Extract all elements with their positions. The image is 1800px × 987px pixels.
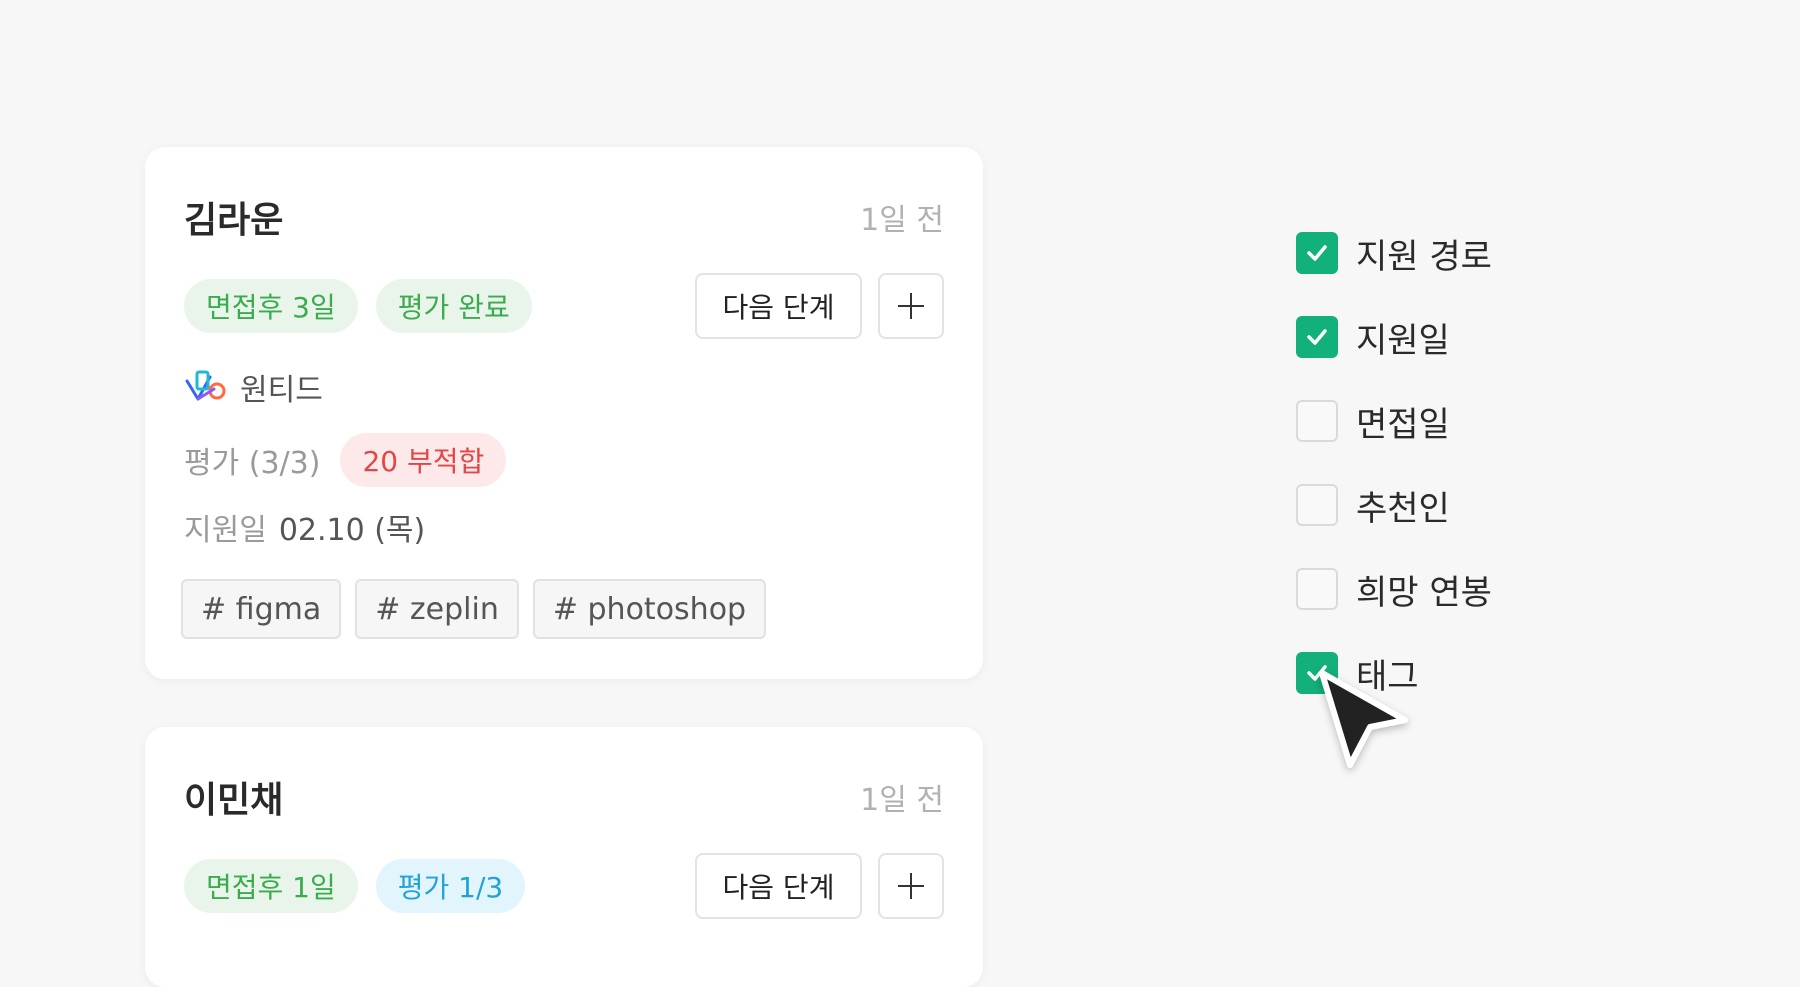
- checkbox-unchecked[interactable]: [1296, 400, 1338, 442]
- next-stage-button[interactable]: 다음 단계: [695, 273, 862, 339]
- status-pill-interview: 면접후 3일: [184, 279, 358, 333]
- option-label: 지원일: [1356, 320, 1450, 361]
- check-icon: [1307, 329, 1327, 345]
- option-label: 지원 경로: [1356, 236, 1492, 277]
- time-ago: 1일 전: [860, 203, 944, 238]
- tag[interactable]: # zeplin: [355, 579, 519, 639]
- tag-list: # figma # zeplin # photoshop: [181, 579, 944, 639]
- add-button[interactable]: [878, 853, 944, 919]
- checkbox-unchecked[interactable]: [1296, 484, 1338, 526]
- mouse-cursor-icon: [1319, 670, 1408, 768]
- tag[interactable]: # photoshop: [532, 579, 767, 639]
- application-source: 원티드: [184, 367, 944, 408]
- option-source[interactable]: 지원 경로: [1296, 232, 1492, 277]
- applied-label: 지원일: [184, 513, 267, 548]
- option-desired-salary[interactable]: 희망 연봉: [1296, 568, 1492, 613]
- status-row: 면접후 3일 평가 완료 다음 단계: [184, 273, 944, 339]
- plus-icon: [898, 293, 924, 319]
- option-label: 희망 연봉: [1356, 572, 1492, 613]
- add-button[interactable]: [878, 273, 944, 339]
- applied-date: 02.10 (목): [278, 513, 426, 548]
- option-label: 추천인: [1356, 488, 1450, 529]
- applied-date-row: 지원일 02.10 (목): [184, 507, 944, 548]
- status-pill-interview: 면접후 1일: [184, 859, 358, 913]
- checkbox-unchecked[interactable]: [1296, 568, 1338, 610]
- card-header: 김라운 1일 전: [184, 193, 944, 241]
- time-ago: 1일 전: [860, 783, 944, 818]
- applicant-card[interactable]: 이민채 1일 전 면접후 1일 평가 1/3 다음 단계: [145, 727, 983, 987]
- status-row: 면접후 1일 평가 1/3 다음 단계: [184, 853, 944, 919]
- applicant-name: 이민채: [184, 780, 284, 821]
- applicant-name: 김라운: [184, 200, 284, 241]
- status-pill-evaluation: 평가 1/3: [375, 859, 526, 913]
- wanted-logo-icon: [185, 370, 226, 401]
- option-applied-date[interactable]: 지원일: [1296, 316, 1492, 361]
- evaluation-label: 평가 (3/3): [184, 446, 321, 481]
- applicant-card[interactable]: 김라운 1일 전 면접후 3일 평가 완료 다음 단계 원티드 평가 (3/3)…: [145, 147, 983, 679]
- option-referrer[interactable]: 추천인: [1296, 484, 1492, 529]
- field-options-list: 지원 경로 지원일 면접일 추천인 희망 연봉 태그: [1296, 232, 1492, 736]
- evaluation-row: 평가 (3/3) 20 부적합: [184, 433, 944, 487]
- checkbox-checked[interactable]: [1296, 316, 1338, 358]
- evaluation-badge: 20 부적합: [340, 433, 507, 487]
- card-header: 이민채 1일 전: [184, 773, 944, 821]
- plus-icon: [898, 873, 924, 899]
- next-stage-button[interactable]: 다음 단계: [695, 853, 862, 919]
- tag[interactable]: # figma: [181, 579, 342, 639]
- check-icon: [1307, 245, 1327, 261]
- option-interview-date[interactable]: 면접일: [1296, 400, 1492, 445]
- status-pill-evaluation: 평가 완료: [375, 279, 532, 333]
- source-label: 원티드: [240, 373, 323, 408]
- checkbox-checked[interactable]: [1296, 232, 1338, 274]
- option-label: 면접일: [1356, 404, 1450, 445]
